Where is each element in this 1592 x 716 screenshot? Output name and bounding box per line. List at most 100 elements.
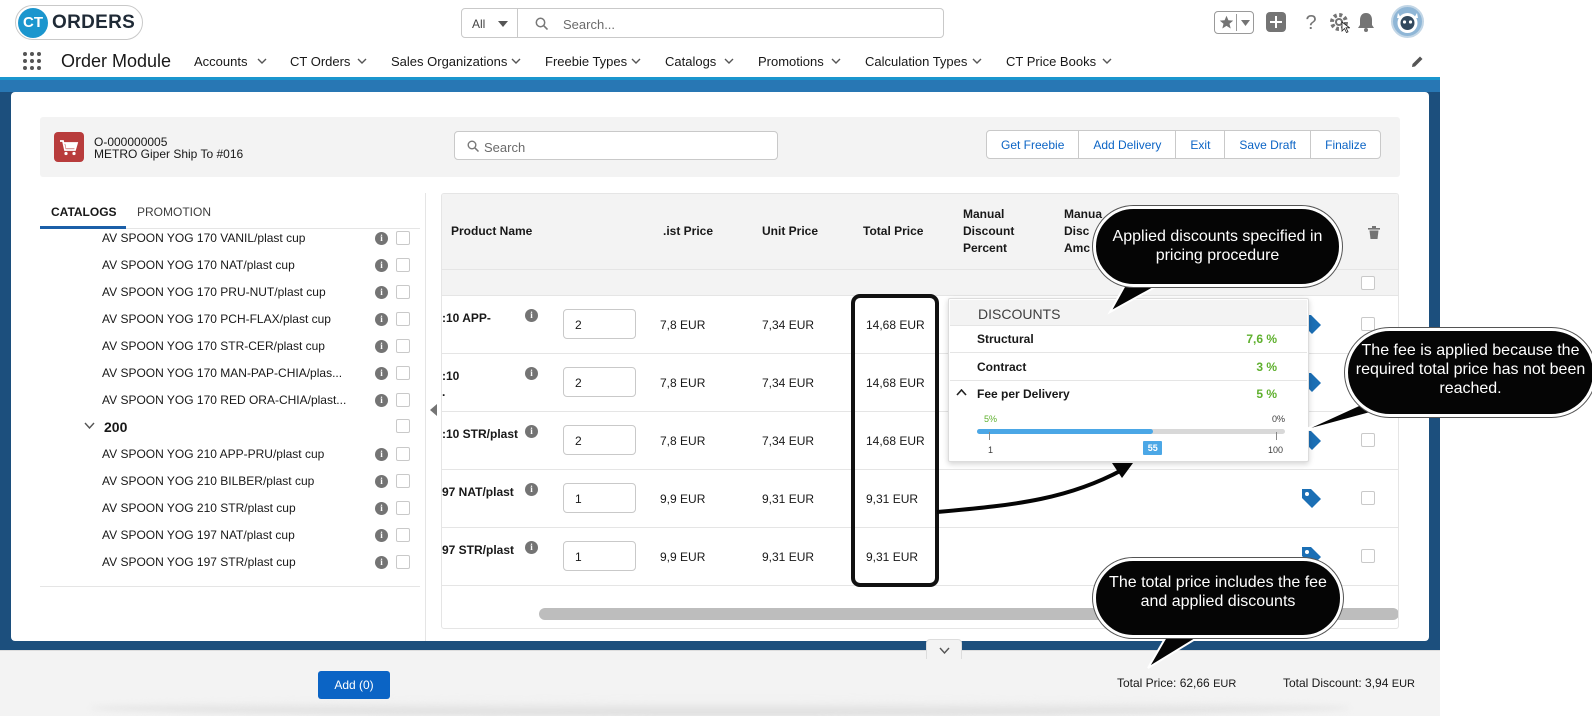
global-actions-icon[interactable] xyxy=(1265,11,1287,33)
info-icon[interactable]: i xyxy=(375,286,388,299)
catalog-item-checkbox[interactable] xyxy=(396,339,410,353)
info-icon[interactable]: i xyxy=(375,313,388,326)
exit-button[interactable]: Exit xyxy=(1176,131,1226,158)
chevron-down-icon[interactable] xyxy=(511,58,521,64)
favorites-button[interactable] xyxy=(1214,11,1254,34)
info-icon[interactable]: i xyxy=(525,541,538,554)
chevron-up-icon[interactable] xyxy=(956,389,967,396)
edit-pencil-icon[interactable] xyxy=(1411,55,1424,68)
row-checkbox[interactable] xyxy=(1361,433,1375,447)
app-logo[interactable]: CT ORDERS xyxy=(15,5,143,40)
quantity-input[interactable]: 2 xyxy=(563,425,636,455)
global-search-input[interactable]: Search... xyxy=(517,8,944,38)
add-products-button[interactable]: Add (0) xyxy=(318,671,390,699)
info-icon[interactable]: i xyxy=(525,483,538,496)
catalog-item-checkbox[interactable] xyxy=(396,501,410,515)
info-icon[interactable]: i xyxy=(375,448,388,461)
catalog-item[interactable]: AV SPOON YOG 210 BILBER/plast cup i xyxy=(40,474,420,501)
select-all-checkbox[interactable] xyxy=(1361,276,1375,290)
nav-item-promotions[interactable]: Promotions xyxy=(758,54,824,69)
save-draft-button[interactable]: Save Draft xyxy=(1225,131,1312,158)
catalog-item[interactable]: AV SPOON YOG 170 STR-CER/plast cup i xyxy=(40,339,420,366)
info-icon[interactable]: i xyxy=(375,529,388,542)
catalog-item-checkbox[interactable] xyxy=(396,555,410,569)
delete-trash-icon[interactable] xyxy=(1368,226,1380,239)
info-icon[interactable]: i xyxy=(375,556,388,569)
info-icon[interactable]: i xyxy=(525,367,538,380)
col-total-price[interactable]: Total Price xyxy=(863,223,923,240)
info-icon[interactable]: i xyxy=(375,259,388,272)
info-icon[interactable]: i xyxy=(375,502,388,515)
catalog-group[interactable]: 200 xyxy=(40,419,420,446)
catalog-item[interactable]: AV SPOON YOG 170 RED ORA-CHIA/plast... i xyxy=(40,393,420,420)
finalize-button[interactable]: Finalize xyxy=(1311,131,1380,158)
get-freebie-button[interactable]: Get Freebie xyxy=(987,131,1080,158)
catalog-item[interactable]: AV SPOON YOG 170 MAN-PAP-CHIA/plas... i xyxy=(40,366,420,393)
discount-row-fee-per-delivery[interactable]: Fee per Delivery 5 % xyxy=(950,381,1307,408)
chevron-down-icon[interactable] xyxy=(357,58,367,64)
chevron-down-icon[interactable] xyxy=(257,58,267,64)
nav-item-accounts[interactable]: Accounts xyxy=(194,54,247,69)
info-icon[interactable]: i xyxy=(525,309,538,322)
info-icon[interactable]: i xyxy=(375,367,388,380)
chevron-down-icon[interactable] xyxy=(631,58,641,64)
info-icon[interactable]: i xyxy=(375,394,388,407)
catalog-item-checkbox[interactable] xyxy=(396,447,410,461)
catalog-item-checkbox[interactable] xyxy=(396,312,410,326)
info-icon[interactable]: i xyxy=(375,232,388,245)
tab-catalogs[interactable]: CATALOGS xyxy=(51,205,117,219)
catalog-item[interactable]: AV SPOON YOG 210 STR/plast cup i xyxy=(40,501,420,528)
setup-gear-icon[interactable] xyxy=(1328,11,1350,33)
col-list-price[interactable]: .ist Price xyxy=(663,223,713,240)
chevron-down-icon[interactable] xyxy=(831,58,841,64)
info-icon[interactable]: i xyxy=(525,425,538,438)
product-search-input[interactable]: Search xyxy=(454,131,778,160)
nav-item-calculation-types[interactable]: Calculation Types xyxy=(865,54,967,69)
chevron-down-icon[interactable] xyxy=(1102,58,1112,64)
info-icon[interactable]: i xyxy=(375,340,388,353)
catalog-item-checkbox[interactable] xyxy=(396,366,410,380)
catalog-item[interactable]: AV SPOON YOG 170 NAT/plast cup i xyxy=(40,258,420,285)
catalog-item[interactable]: AV SPOON YOG 197 STR/plast cup i xyxy=(40,555,420,582)
expand-footer-button[interactable] xyxy=(926,639,962,659)
col-product-name[interactable]: Product Name xyxy=(451,223,532,240)
catalog-item[interactable]: AV SPOON YOG 197 NAT/plast cup i xyxy=(40,528,420,555)
row-checkbox[interactable] xyxy=(1361,549,1375,563)
nav-item-sales-organizations[interactable]: Sales Organizations xyxy=(391,54,507,69)
catalog-item-checkbox[interactable] xyxy=(396,231,410,245)
catalog-item-checkbox[interactable] xyxy=(396,474,410,488)
search-scope-select[interactable]: All xyxy=(461,8,518,38)
row-checkbox[interactable] xyxy=(1361,317,1375,331)
catalog-item[interactable]: AV SPOON YOG 170 VANIL/plast cup i xyxy=(40,231,420,258)
price-tag-icon[interactable] xyxy=(1300,487,1322,509)
catalog-item[interactable]: AV SPOON YOG 170 PCH-FLAX/plast cup i xyxy=(40,312,420,339)
nav-item-freebie-types[interactable]: Freebie Types xyxy=(545,54,627,69)
user-avatar[interactable] xyxy=(1391,5,1424,38)
col-unit-price[interactable]: Unit Price xyxy=(762,223,818,240)
catalog-item-checkbox[interactable] xyxy=(396,393,410,407)
notifications-bell-icon[interactable] xyxy=(1355,11,1377,33)
quantity-input[interactable]: 1 xyxy=(563,483,636,513)
chevron-down-icon[interactable] xyxy=(84,422,95,429)
help-icon[interactable]: ? xyxy=(1300,11,1322,33)
app-launcher-icon[interactable] xyxy=(22,51,42,71)
row-checkbox[interactable] xyxy=(1361,491,1375,505)
chevron-down-icon[interactable] xyxy=(972,58,982,64)
quantity-input[interactable]: 2 xyxy=(563,367,636,397)
nav-item-catalogs[interactable]: Catalogs xyxy=(665,54,716,69)
quantity-input[interactable]: 2 xyxy=(563,309,636,339)
info-icon[interactable]: i xyxy=(375,475,388,488)
catalog-item[interactable]: AV SPOON YOG 170 PRU-NUT/plast cup i xyxy=(40,285,420,312)
add-delivery-button[interactable]: Add Delivery xyxy=(1079,131,1177,158)
catalog-item-checkbox[interactable] xyxy=(396,258,410,272)
col-manual-discount-percent[interactable]: Manual Discount Percent xyxy=(963,206,1014,257)
nav-item-ct-orders[interactable]: CT Orders xyxy=(290,54,350,69)
collapse-panel-icon[interactable] xyxy=(430,404,437,416)
quantity-input[interactable]: 1 xyxy=(563,541,636,571)
catalog-item-checkbox[interactable] xyxy=(396,285,410,299)
chevron-down-icon[interactable] xyxy=(724,58,734,64)
catalog-group-checkbox[interactable] xyxy=(396,419,410,433)
nav-item-ct-price-books[interactable]: CT Price Books xyxy=(1006,54,1096,69)
catalog-item[interactable]: AV SPOON YOG 210 APP-PRU/plast cup i xyxy=(40,447,420,474)
tab-promotion[interactable]: PROMOTION xyxy=(137,205,211,219)
